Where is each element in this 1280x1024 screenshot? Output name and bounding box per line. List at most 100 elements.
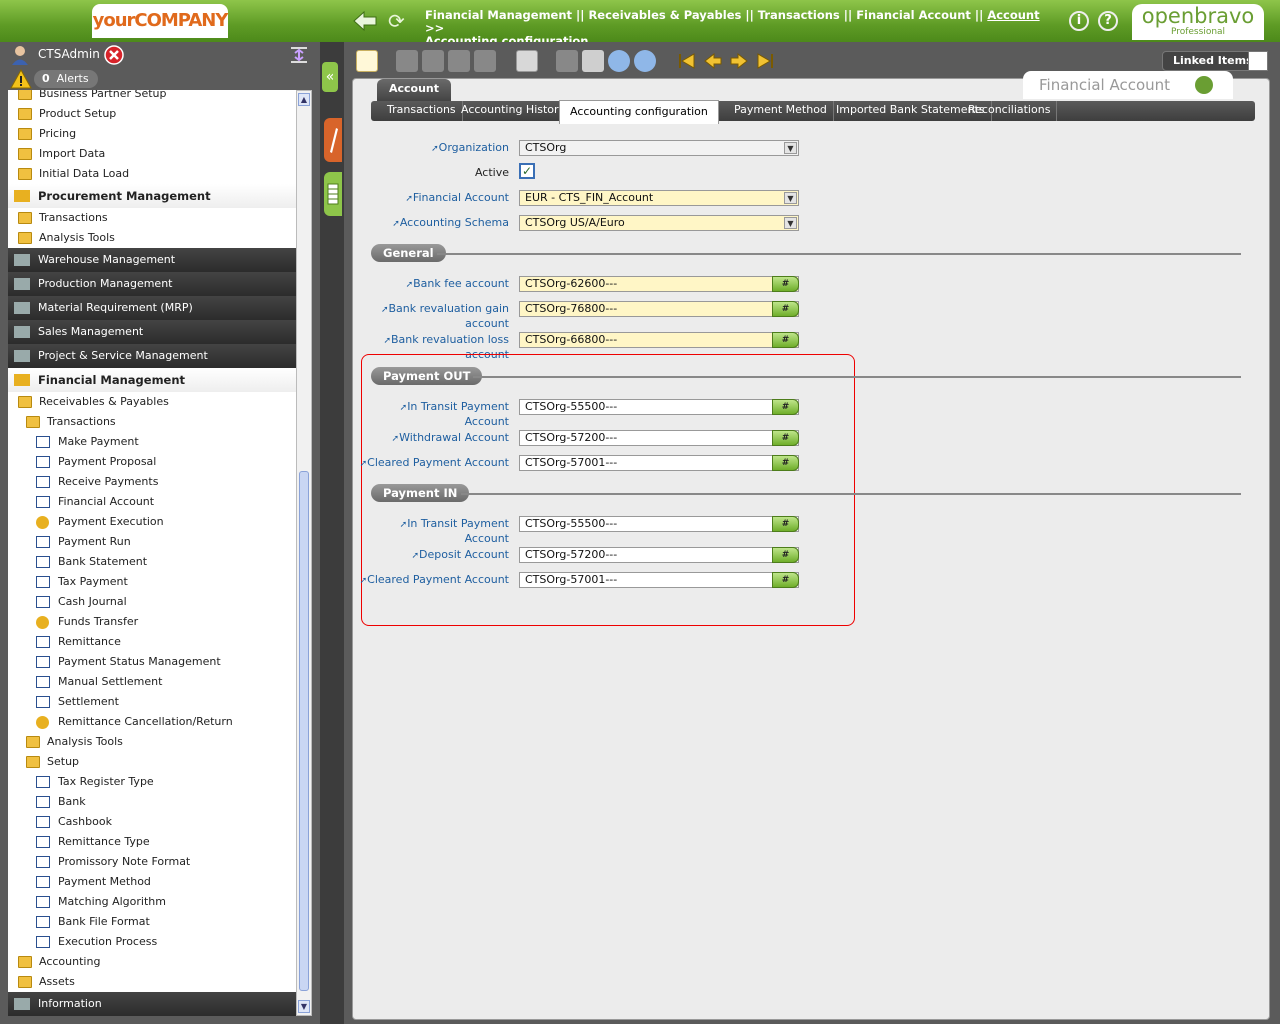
menu-item[interactable]: Promissory Note Format [8,852,296,872]
attachment-icon[interactable] [582,50,604,72]
menu-item[interactable]: Remittance [8,632,296,652]
subtab-transactions[interactable]: Transactions [381,101,463,121]
organization-select[interactable]: CTSOrg ▼ [519,140,799,156]
deposit-input[interactable]: CTSOrg-57200--- # [519,547,799,563]
menu-item[interactable]: Business Partner Setup [8,90,296,104]
account-search-icon[interactable]: # [772,276,799,292]
user-name[interactable]: CTSAdmin [38,47,100,61]
refresh-icon[interactable]: ⟳ [388,10,410,32]
menu-item[interactable]: Sales Management [8,320,296,344]
menu-item[interactable]: Transactions [8,412,296,432]
withdrawal-input[interactable]: CTSOrg-57200--- # [519,430,799,446]
breadcrumb-link-account[interactable]: Account [987,8,1039,22]
menu-item[interactable]: Receive Payments [8,472,296,492]
subtab-accounting-history[interactable]: Accounting History [455,101,573,121]
menu-item[interactable]: Product Setup [8,104,296,124]
advanced-search-icon[interactable] [634,50,656,72]
collapse-menu-icon[interactable] [288,44,310,66]
previous-record-icon[interactable] [702,50,724,72]
accounting-schema-select[interactable]: CTSOrg US/A/Euro ▼ [519,215,799,231]
search-icon[interactable] [608,50,630,72]
first-record-icon[interactable] [676,50,698,72]
menu-item[interactable]: Payment Proposal [8,452,296,472]
menu-item[interactable]: Assets [8,972,296,992]
menu-item[interactable]: Tax Payment [8,572,296,592]
collapse-left-icon[interactable]: « [322,62,338,92]
menu-item[interactable]: Remittance Type [8,832,296,852]
copy-icon[interactable] [396,50,418,72]
account-search-icon[interactable]: # [772,332,799,348]
subtab-payment-method[interactable]: Payment Method [728,101,834,121]
menu-item[interactable]: Accounting [8,952,296,972]
alerts-bar[interactable]: 0 Alerts [0,68,320,90]
scrollbar-thumb[interactable] [299,471,309,991]
section-general-title[interactable]: General [371,244,446,262]
menu-item[interactable]: Receivables & Payables [8,392,296,412]
menu-item[interactable]: Material Requirement (MRP) [8,296,296,320]
out-in-transit-input[interactable]: CTSOrg-55500--- # [519,399,799,415]
menu-item[interactable]: Payment Method [8,872,296,892]
chevron-down-icon[interactable]: ▼ [784,142,797,154]
menu-item[interactable]: Financial Account [8,492,296,512]
chevron-down-icon[interactable]: ▼ [784,192,797,204]
delete-icon[interactable] [516,50,538,72]
grid-view-icon[interactable] [324,172,342,216]
linked-items-icon[interactable] [1248,51,1268,71]
in-in-transit-input[interactable]: CTSOrg-55500--- # [519,516,799,532]
undo-icon[interactable] [556,50,578,72]
account-search-icon[interactable]: # [772,547,799,563]
out-cleared-input[interactable]: CTSOrg-57001--- # [519,455,799,471]
menu-item[interactable]: Analysis Tools [8,732,296,752]
active-checkbox[interactable]: ✓ [519,163,535,179]
account-search-icon[interactable]: # [772,455,799,471]
menu-item[interactable]: Cash Journal [8,592,296,612]
financial-account-select[interactable]: EUR - CTS_FIN_Account ▼ [519,190,799,206]
section-payment-out[interactable]: Payment OUT [371,367,1241,387]
reval-gain-input[interactable]: CTSOrg-76800--- # [519,301,799,317]
subtab-accounting-configuration[interactable]: Accounting configuration [559,100,719,124]
account-search-icon[interactable]: # [772,301,799,317]
account-search-icon[interactable]: # [772,430,799,446]
menu-item[interactable]: Payment Status Management [8,652,296,672]
menu-item[interactable]: Setup [8,752,296,772]
scroll-up-icon[interactable]: ▲ [298,93,310,106]
menu-item[interactable]: Transactions [8,208,296,228]
save-icon[interactable] [448,50,470,72]
menu-item[interactable]: Pricing [8,124,296,144]
section-general[interactable]: General [371,244,1241,264]
menu-scrollbar[interactable]: ▲ ▼ [296,90,312,1016]
menu-item[interactable]: Payment Run [8,532,296,552]
menu-item[interactable]: Information [8,992,296,1016]
menu-item[interactable]: Settlement [8,692,296,712]
alerts-badge[interactable]: 0 Alerts [34,70,98,88]
menu-item[interactable]: Financial Management [8,368,296,392]
menu-item[interactable]: Production Management [8,272,296,296]
info-icon[interactable]: i [1069,11,1089,31]
menu-item[interactable]: Project & Service Management [8,344,296,368]
reval-loss-input[interactable]: CTSOrg-66800--- # [519,332,799,348]
edit-view-icon[interactable] [324,118,342,162]
menu-item[interactable]: Tax Register Type [8,772,296,792]
account-search-icon[interactable]: # [772,572,799,588]
back-arrow-icon[interactable] [352,10,378,32]
menu-item[interactable]: Matching Algorithm [8,892,296,912]
menu-item[interactable]: Make Payment [8,432,296,452]
menu-item[interactable]: Execution Process [8,932,296,952]
chevron-down-icon[interactable]: ▼ [784,217,797,229]
scroll-down-icon[interactable]: ▼ [298,1000,310,1013]
logout-close-icon[interactable] [104,45,124,65]
section-payment-out-title[interactable]: Payment OUT [371,367,483,385]
new-record-icon[interactable] [356,50,378,72]
menu-item[interactable]: Procurement Management [8,184,296,208]
last-record-icon[interactable] [754,50,776,72]
menu-item[interactable]: Funds Transfer [8,612,296,632]
tab-account[interactable]: Account [377,79,451,101]
menu-item[interactable]: Bank [8,792,296,812]
menu-item[interactable]: Import Data [8,144,296,164]
menu-item[interactable]: Payment Execution [8,512,296,532]
section-payment-in[interactable]: Payment IN [371,484,1241,504]
menu-item[interactable]: Remittance Cancellation/Return [8,712,296,732]
account-search-icon[interactable]: # [772,516,799,532]
menu-item[interactable]: Manual Settlement [8,672,296,692]
menu-item[interactable]: Bank Statement [8,552,296,572]
